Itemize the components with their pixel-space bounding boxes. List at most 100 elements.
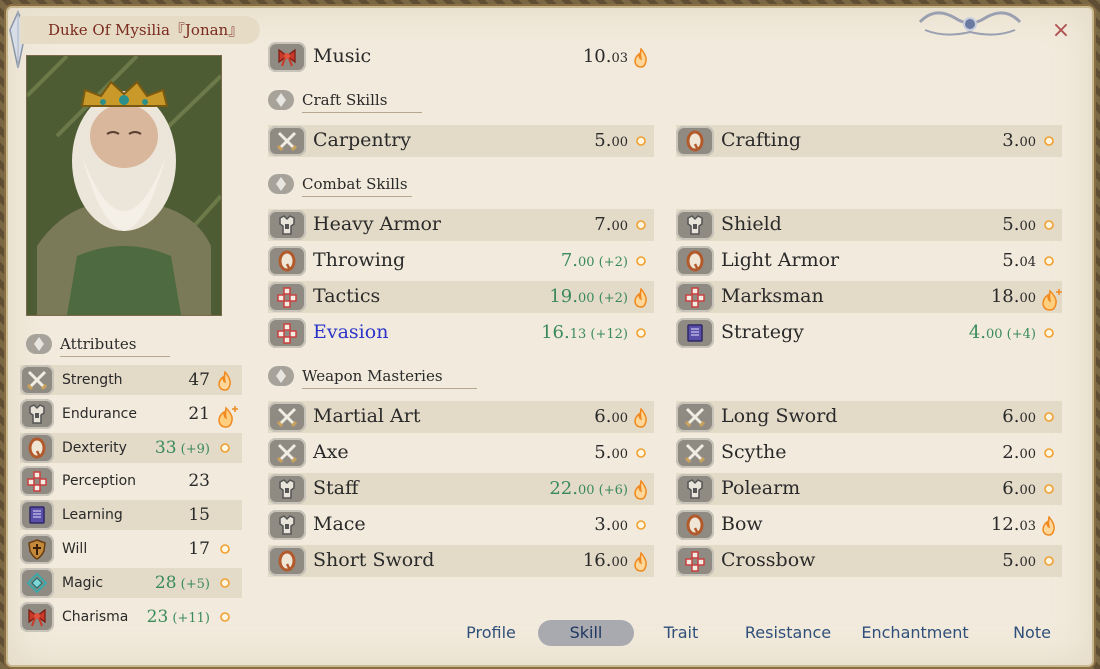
shield-q-icon xyxy=(676,246,714,276)
skill-row-short-sword[interactable]: Short Sword 16.00 xyxy=(268,545,654,577)
attribute-row-endurance[interactable]: Endurance 21 xyxy=(20,398,242,429)
skill-row-tactics[interactable]: Tactics 19.00 (+2) xyxy=(268,281,654,313)
potential-dot-icon xyxy=(1040,252,1058,270)
attribute-label: Charisma xyxy=(62,608,129,625)
attribute-value: 28 (+5) xyxy=(154,572,210,593)
skill-row-mace[interactable]: Mace 3.00 xyxy=(268,509,654,541)
attribute-label: Perception xyxy=(62,473,137,490)
attribute-row-perception[interactable]: Perception 23 xyxy=(20,466,242,497)
skill-row-staff[interactable]: Staff 22.00 (+6) xyxy=(268,473,654,505)
skill-label: Martial Art xyxy=(313,405,421,427)
potential-flame-icon xyxy=(1040,515,1058,536)
skill-row-evasion[interactable]: Evasion 16.13 (+12) xyxy=(268,317,654,349)
skill-label: Marksman xyxy=(721,285,824,307)
attribute-label: Dexterity xyxy=(62,439,127,456)
skill-value: 3.00 xyxy=(1002,130,1036,151)
skill-value: 12.03 xyxy=(990,514,1036,535)
skill-row-polearm[interactable]: Polearm 6.00 xyxy=(676,473,1062,505)
potential-dot-icon xyxy=(216,608,234,626)
skill-row-strategy[interactable]: Strategy 4.00 (+4) xyxy=(676,317,1062,349)
potential-flame-icon xyxy=(632,551,650,572)
skill-label: Evasion xyxy=(313,321,389,343)
skill-row-axe[interactable]: Axe 5.00 xyxy=(268,437,654,469)
tab-skill[interactable]: Skill xyxy=(538,620,634,646)
dice-icon xyxy=(676,282,714,312)
tab-profile[interactable]: Profile xyxy=(450,620,532,646)
dice-icon xyxy=(20,466,54,497)
attribute-value: 23 xyxy=(188,471,210,492)
crossed-swords-icon xyxy=(20,365,54,395)
section-header-label: Weapon Masteries xyxy=(302,367,443,385)
skill-row-light-armor[interactable]: Light Armor 5.04 xyxy=(676,245,1062,277)
potential-dot-icon xyxy=(632,252,650,270)
crossed-swords-icon xyxy=(268,438,306,468)
tab-note[interactable]: Note xyxy=(1006,620,1058,646)
skill-label: Crafting xyxy=(721,129,802,151)
attribute-label: Strength xyxy=(62,372,123,388)
skill-label: Heavy Armor xyxy=(313,213,441,235)
attribute-row-magic[interactable]: Magic 28 (+5) xyxy=(20,567,242,598)
attribute-row-strength[interactable]: Strength 47 xyxy=(20,365,242,395)
skill-value: 5.00 xyxy=(594,130,628,151)
skill-row-marksman[interactable]: Marksman 18.00 xyxy=(676,281,1062,313)
skill-row-music[interactable]: Music 10.03 xyxy=(268,41,654,73)
attribute-row-learning[interactable]: Learning 15 xyxy=(20,500,242,531)
dice-icon xyxy=(676,546,714,576)
skill-row-heavy-armor[interactable]: Heavy Armor 7.00 xyxy=(268,209,654,241)
tab-enchantment[interactable]: Enchantment xyxy=(854,620,976,646)
potential-dot-icon xyxy=(632,324,650,342)
attributes-header-underline xyxy=(60,356,170,357)
skill-label: Crossbow xyxy=(721,549,816,571)
skill-label: Throwing xyxy=(313,249,406,271)
attribute-label: Learning xyxy=(62,507,123,524)
attribute-row-dexterity[interactable]: Dexterity 33 (+9) xyxy=(20,432,242,463)
skill-row-scythe[interactable]: Scythe 2.00 xyxy=(676,437,1062,469)
tab-resistance[interactable]: Resistance xyxy=(740,620,836,646)
attribute-row-charisma[interactable]: Charisma 23 (+11) xyxy=(20,601,242,632)
attributes-header-label: Attributes xyxy=(60,335,137,353)
crossed-swords-icon xyxy=(676,402,714,432)
skill-value: 18.00 xyxy=(990,286,1036,307)
attribute-row-will[interactable]: Will 17 xyxy=(20,534,242,564)
attribute-value: 23 (+11) xyxy=(146,606,210,627)
skill-label: Long Sword xyxy=(721,405,838,427)
section-header-label: Combat Skills xyxy=(302,175,408,193)
skill-row-shield[interactable]: Shield 5.00 xyxy=(676,209,1062,241)
attribute-value: 47 xyxy=(188,370,210,390)
skill-label: Strategy xyxy=(721,321,804,343)
character-portrait xyxy=(26,55,222,316)
skill-value: 2.00 xyxy=(1002,442,1036,463)
tab-trait[interactable]: Trait xyxy=(648,620,714,646)
book-icon xyxy=(20,500,54,531)
skill-row-long-sword[interactable]: Long Sword 6.00 xyxy=(676,401,1062,433)
section-diamond-icon xyxy=(26,334,52,354)
armor-icon xyxy=(20,398,54,429)
skill-row-crossbow[interactable]: Crossbow 5.00 xyxy=(676,545,1062,577)
armor-icon xyxy=(268,510,306,540)
skill-row-throwing[interactable]: Throwing 7.00 (+2) xyxy=(268,245,654,277)
skill-label: Carpentry xyxy=(313,129,412,151)
magic-rune-icon xyxy=(20,567,54,598)
potential-dot-icon xyxy=(1040,216,1058,234)
close-button[interactable]: × xyxy=(1050,20,1072,42)
attribute-label: Endurance xyxy=(62,405,137,422)
skill-row-carpentry[interactable]: Carpentry 5.00 xyxy=(268,125,654,157)
skill-value: 10.03 xyxy=(582,46,628,67)
skill-row-martial-art[interactable]: Martial Art 6.00 xyxy=(268,401,654,433)
potential-dot-icon xyxy=(1040,132,1058,150)
potential-flame-icon xyxy=(632,479,650,500)
potential-flame-icon xyxy=(216,405,238,428)
section-header-underline xyxy=(302,196,412,197)
attribute-label: Magic xyxy=(62,574,104,591)
shield-q-icon xyxy=(676,510,714,540)
dice-icon xyxy=(268,282,306,312)
skill-row-bow[interactable]: Bow 12.03 xyxy=(676,509,1062,541)
potential-dot-icon xyxy=(1040,444,1058,462)
potential-flame-icon xyxy=(632,407,650,428)
potential-dot-icon xyxy=(632,516,650,534)
skill-value: 6.00 xyxy=(1002,478,1036,499)
skill-value: 4.00 (+4) xyxy=(968,322,1036,343)
skill-row-crafting[interactable]: Crafting 3.00 xyxy=(676,125,1062,157)
attribute-value: 17 xyxy=(188,539,210,559)
weapon-masteries-header: Weapon Masteries xyxy=(268,364,483,389)
